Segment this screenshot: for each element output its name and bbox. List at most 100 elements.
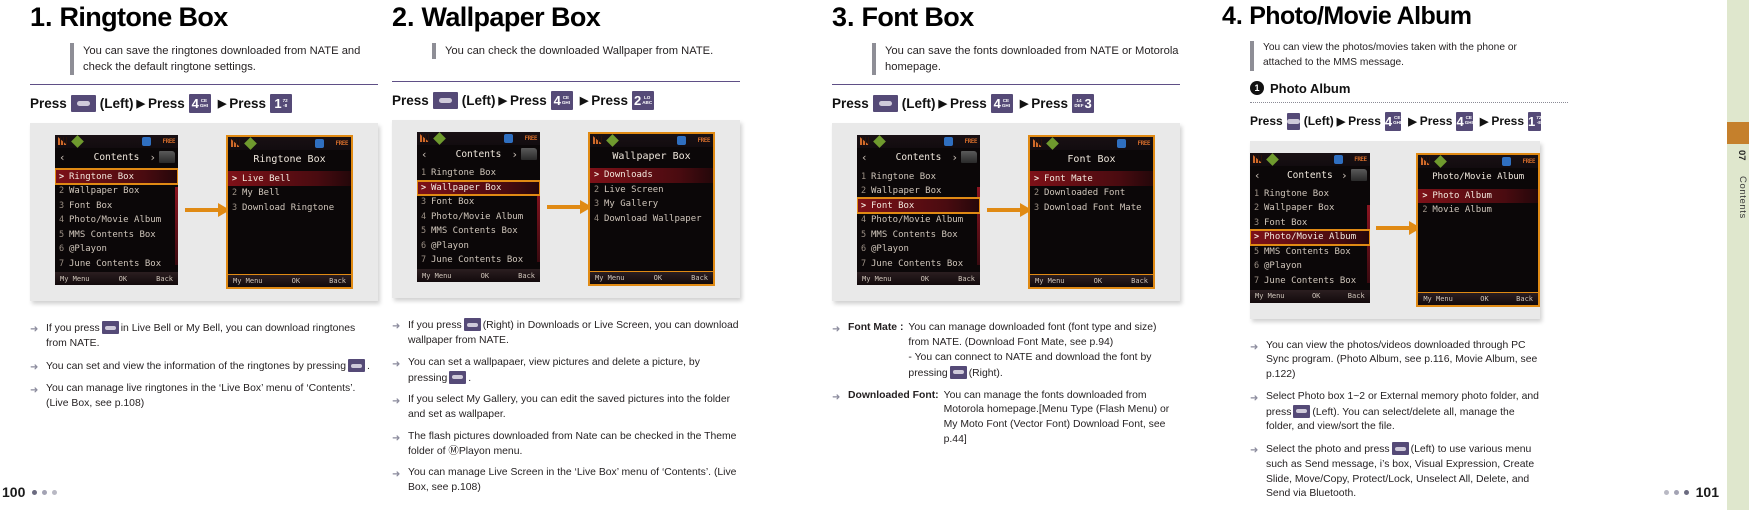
menu-item-playon[interactable]: 6 @Playon [417,239,540,254]
menu-item-ringtone-box[interactable]: 1 Ringtone Box [1250,187,1370,202]
key-4[interactable]: 4 CE GHI [990,94,1013,114]
key-4b[interactable]: 4 CE GHI [1456,111,1473,131]
softkey-left[interactable]: My Menu [595,274,625,282]
menu-item-photo-movie-album[interactable]: 4 Photo/Movie Album [417,210,540,225]
softkey-left[interactable]: My Menu [1423,295,1453,303]
key-4a[interactable]: 4 CE GHI [1384,111,1402,131]
soft-key-icon[interactable] [432,92,458,110]
soft-key-icon[interactable] [463,318,481,332]
menu-item-june-contents-box[interactable]: 7 June Contents Box [857,256,980,271]
softkey-center[interactable]: OK [654,274,662,282]
menu-item-downloaded-font[interactable]: 2 Downloaded Font [1030,186,1153,201]
note-item: ➜ The flash pictures downloaded from Nat… [392,430,740,460]
soft-key-icon[interactable] [949,365,967,379]
menu-item-live-screen[interactable]: 2 Live Screen [590,183,713,198]
menu-item-wallpaper-box[interactable]: 2 Wallpaper Box [857,184,980,199]
menu-item-download-ringtone[interactable]: 3 Download Ringtone [228,200,351,215]
key-3[interactable]: 3 14 DEF [1072,94,1095,114]
softkey-center[interactable]: OK [1094,277,1102,285]
menu-item-movie-album[interactable]: 2 Movie Album [1418,203,1538,218]
signal-icon [231,139,240,148]
menu-item-photo-movie-album[interactable]: 4 Photo/Movie Album [55,213,178,228]
status-bar: FREE [55,135,178,149]
key-4[interactable]: 4 CE GHI [550,91,573,111]
menu-item-download-wallpaper[interactable]: 4 Download Wallpaper [590,212,713,227]
prev-arrow-icon: ‹ [861,151,868,165]
menu-label: Ringtone Box [69,171,135,182]
softkey-center[interactable]: OK [1312,292,1320,300]
softkey-left[interactable]: My Menu [862,275,892,283]
soft-key-icon[interactable] [1286,112,1300,130]
key-4[interactable]: 4 CE GHI [188,94,211,114]
flow-arrow-container [178,135,230,285]
menu-label: Wallpaper Box [1264,203,1335,214]
menu-item-download-font-mate[interactable]: 3 Download Font Mate [1030,200,1153,215]
softkey-center[interactable]: OK [119,275,127,283]
softkey-right[interactable]: Back [156,275,173,283]
menu-item-my-gallery[interactable]: 3 My Gallery [590,197,713,212]
menu-item-mms-contents-box[interactable]: 5 MMS Contents Box [857,227,980,242]
softkey-right[interactable]: Back [691,274,708,282]
soft-key-icon[interactable] [70,95,96,113]
softkey-right[interactable]: Back [329,277,346,285]
menu-item-font-box[interactable]: 3 Font Box [55,198,178,213]
softkey-left[interactable]: My Menu [233,277,263,285]
menu-item-downloads[interactable]: > Downloads [590,168,713,183]
menu-item-wallpaper-box[interactable]: 2 Wallpaper Box [1250,201,1370,216]
softkey-left[interactable]: My Menu [422,272,452,280]
soft-key-icon[interactable] [1293,404,1311,418]
contents-menu: > Ringtone Box 2 Wallpaper Box 3 Font Box 4… [55,167,178,271]
softkey-right[interactable]: Back [958,275,975,283]
menu-label: Font Box [69,200,113,211]
softkey-left[interactable]: My Menu [60,275,90,283]
soft-key-icon[interactable] [1391,442,1409,456]
section-4-lede: You can view the photos/movies taken wit… [1250,41,1540,71]
menu-item-playon[interactable]: 6 @Playon [857,242,980,257]
menu-item-mms-contents-box[interactable]: 5 MMS Contents Box [1250,245,1370,260]
menu-item-wallpaper-box[interactable]: > Wallpaper Box [417,179,540,197]
menu-item-photo-movie-album[interactable]: 4 Photo/Movie Album [857,213,980,228]
menu-item-mms-contents-box[interactable]: 5 MMS Contents Box [417,224,540,239]
menu-item-font-box[interactable]: > Font Box [857,197,980,214]
menu-item-ringtone-box[interactable]: 1 Ringtone Box [417,166,540,181]
section-2-key-sequence: Press (Left) ▶ Press 4 CE GHI ▶ Press 2 LO A… [392,91,740,111]
soft-key-icon[interactable] [347,359,365,372]
menu-item-june-contents-box[interactable]: 7 June Contents Box [417,253,540,268]
section-3-key-sequence: Press (Left) ▶ Press 4 CE GHI ▶ Press 3 14 D… [832,94,1180,114]
menu-item-playon[interactable]: 6 @Playon [1250,259,1370,274]
menu-item-font-box[interactable]: 3 Font Box [1250,216,1370,231]
soft-key-icon[interactable] [449,370,467,384]
softkey-right[interactable]: Back [1348,292,1365,300]
key-1[interactable]: 1 72 -8 [270,94,293,114]
menu-item-photo-album[interactable]: > Photo Album [1418,188,1538,204]
softkey-right[interactable]: Back [518,272,535,280]
note-body: You can manage the fonts downloaded from… [943,389,1170,445]
menu-item-playon[interactable]: 6 @Playon [55,242,178,257]
blue-status-icon [944,137,953,147]
softkey-center[interactable]: OK [481,272,489,280]
softkey-center[interactable]: OK [292,277,300,285]
key-2[interactable]: 2 LO ABC [632,91,655,111]
menu-item-wallpaper-box[interactable]: 2 Wallpaper Box [55,184,178,199]
soft-key-icon[interactable] [872,95,898,113]
menu-item-ringtone-box[interactable]: > Ringtone Box [55,168,178,185]
menu-item-mms-contents-box[interactable]: 5 MMS Contents Box [55,227,178,242]
note-post: . [366,361,370,372]
softkey-left[interactable]: My Menu [1255,292,1285,300]
menu-item-font-mate[interactable]: > Font Mate [1030,171,1153,186]
menu-item-photo-movie-album[interactable]: > Photo/Movie Album [1250,229,1370,246]
menu-item-ringtone-box[interactable]: 1 Ringtone Box [857,169,980,184]
softkey-left[interactable]: My Menu [1035,277,1065,285]
soft-key-icon[interactable] [101,321,119,335]
softkey-right[interactable]: Back [1131,277,1148,285]
menu-item-font-box[interactable]: 3 Font Box [417,195,540,210]
softkey-right[interactable]: Back [1516,295,1533,303]
bullet-arrow-icon: ➜ [392,358,401,370]
key-1[interactable]: 1 72 -8 [1528,111,1542,131]
menu-item-june-contents-box[interactable]: 7 June Contents Box [1250,274,1370,289]
softkey-center[interactable]: OK [1480,295,1488,303]
softkey-center[interactable]: OK [921,275,929,283]
menu-item-my-bell[interactable]: 2 My Bell [228,186,351,201]
menu-item-live-bell[interactable]: > Live Bell [228,171,351,186]
menu-item-june-contents-box[interactable]: 7 June Contents Box [55,256,178,271]
